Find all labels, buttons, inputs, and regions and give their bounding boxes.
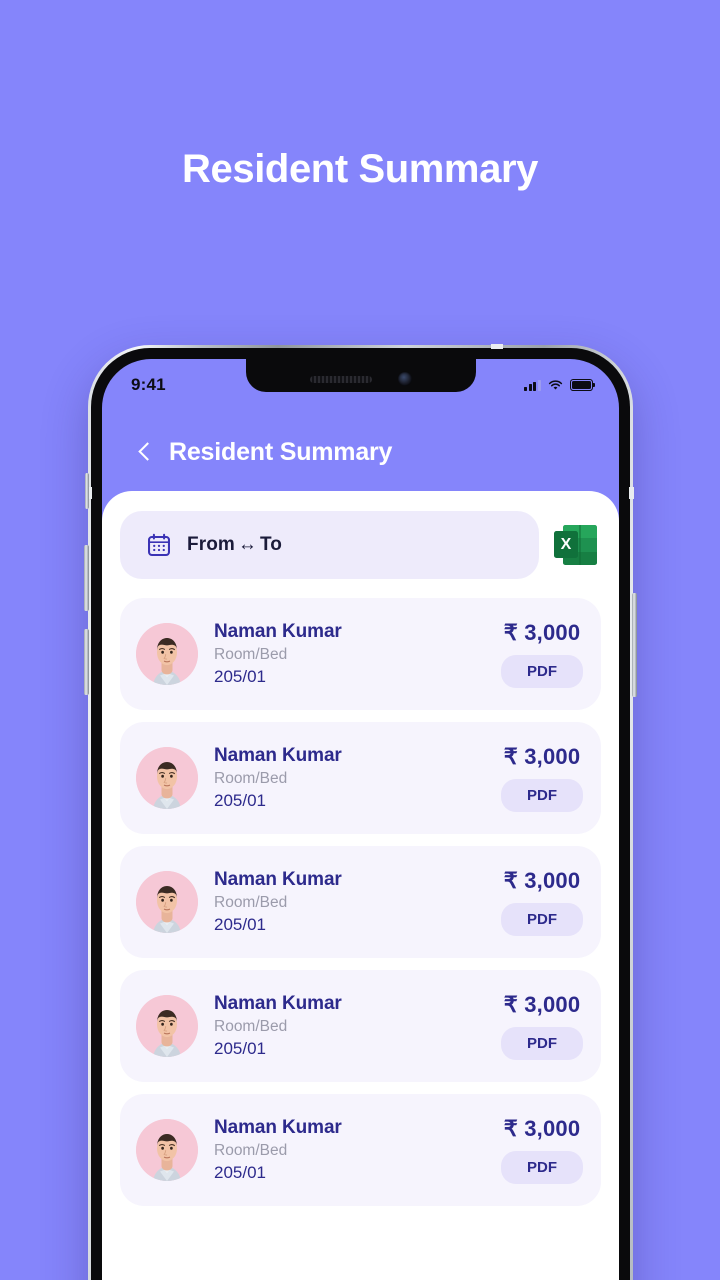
resident-info: Naman Kumar Room/Bed 205/01 <box>214 868 501 936</box>
volume-up-button[interactable] <box>84 545 89 611</box>
pdf-button[interactable]: PDF <box>501 903 583 936</box>
resident-info: Naman Kumar Room/Bed 205/01 <box>214 992 501 1060</box>
resident-name: Naman Kumar <box>214 1116 342 1138</box>
amount-value: ₹ 3,000 <box>503 744 581 769</box>
table-row[interactable]: Naman Kumar Room/Bed 205/01 ₹ 3,000 PDF <box>120 970 601 1082</box>
resident-name: Naman Kumar <box>214 744 342 766</box>
amount-value: ₹ 3,000 <box>503 1116 581 1141</box>
resident-list: Naman Kumar Room/Bed 205/01 ₹ 3,000 PDF <box>120 598 601 1206</box>
avatar <box>136 747 198 809</box>
resident-actions: ₹ 3,000 PDF <box>501 744 583 812</box>
filter-bar: From ↔ To X <box>120 511 601 579</box>
resident-actions: ₹ 3,000 PDF <box>501 1116 583 1184</box>
table-row[interactable]: Naman Kumar Room/Bed 205/01 ₹ 3,000 PDF <box>120 1094 601 1206</box>
avatar <box>136 871 198 933</box>
date-range-picker[interactable]: From ↔ To <box>120 511 539 579</box>
resident-info: Naman Kumar Room/Bed 205/01 <box>214 744 501 812</box>
room-bed-value: 205/01 <box>214 791 266 811</box>
room-bed-value: 205/01 <box>214 915 266 935</box>
pdf-button[interactable]: PDF <box>501 1151 583 1184</box>
wifi-icon <box>548 379 563 391</box>
earpiece-speaker-icon <box>309 375 372 383</box>
range-arrow-icon: ↔ <box>237 534 258 555</box>
calendar-icon <box>146 532 172 558</box>
date-to-label: To <box>260 534 283 555</box>
excel-export-icon[interactable]: X <box>553 523 597 567</box>
status-bar-time: 9:41 <box>131 375 166 394</box>
phone-bezel: 9:41 Resident Summary From ↔ To X Naman … <box>91 348 630 1280</box>
resident-info: Naman Kumar Room/Bed 205/01 <box>214 620 501 688</box>
resident-actions: ₹ 3,000 PDF <box>501 868 583 936</box>
table-row[interactable]: Naman Kumar Room/Bed 205/01 ₹ 3,000 PDF <box>120 846 601 958</box>
amount-value: ₹ 3,000 <box>503 992 581 1017</box>
power-button[interactable] <box>632 593 637 697</box>
pdf-button[interactable]: PDF <box>501 1027 583 1060</box>
content-sheet: From ↔ To X Naman Kumar Room/Bed 205/01 … <box>102 491 619 1280</box>
status-bar-icons <box>524 379 596 391</box>
phone-device-frame: 9:41 Resident Summary From ↔ To X Naman … <box>84 344 637 1280</box>
resident-info: Naman Kumar Room/Bed 205/01 <box>214 1116 501 1184</box>
room-bed-label: Room/Bed <box>214 1017 288 1035</box>
resident-name: Naman Kumar <box>214 620 342 642</box>
app-header-title: Resident Summary <box>169 437 393 466</box>
amount-value: ₹ 3,000 <box>503 620 581 645</box>
amount-value: ₹ 3,000 <box>503 868 581 893</box>
front-camera-icon <box>397 372 412 386</box>
cellular-signal-icon <box>524 379 541 391</box>
table-row[interactable]: Naman Kumar Room/Bed 205/01 ₹ 3,000 PDF <box>120 722 601 834</box>
resident-actions: ₹ 3,000 PDF <box>501 992 583 1060</box>
antenna-line-top <box>491 344 503 349</box>
room-bed-value: 205/01 <box>214 667 266 687</box>
volume-down-button[interactable] <box>84 629 89 695</box>
room-bed-label: Room/Bed <box>214 769 288 787</box>
avatar <box>136 995 198 1057</box>
pdf-button[interactable]: PDF <box>501 655 583 688</box>
excel-x-letter: X <box>554 531 578 558</box>
room-bed-label: Room/Bed <box>214 893 288 911</box>
avatar <box>136 623 198 685</box>
avatar <box>136 1119 198 1181</box>
app-header: Resident Summary <box>102 413 619 491</box>
table-row[interactable]: Naman Kumar Room/Bed 205/01 ₹ 3,000 PDF <box>120 598 601 710</box>
page-title: Resident Summary <box>182 147 538 191</box>
phone-screen: 9:41 Resident Summary From ↔ To X Naman … <box>102 359 619 1280</box>
room-bed-label: Room/Bed <box>214 1141 288 1159</box>
antenna-line-right <box>629 487 634 499</box>
room-bed-value: 205/01 <box>214 1039 266 1059</box>
battery-full-icon <box>570 379 596 391</box>
date-range-text: From ↔ To <box>187 534 282 556</box>
chevron-left-icon[interactable] <box>138 440 152 464</box>
resident-name: Naman Kumar <box>214 992 342 1014</box>
silence-switch[interactable] <box>85 473 89 509</box>
resident-name: Naman Kumar <box>214 868 342 890</box>
resident-actions: ₹ 3,000 PDF <box>501 620 583 688</box>
pdf-button[interactable]: PDF <box>501 779 583 812</box>
date-from-label: From <box>187 534 235 555</box>
phone-notch <box>245 359 476 392</box>
room-bed-label: Room/Bed <box>214 645 288 663</box>
room-bed-value: 205/01 <box>214 1163 266 1183</box>
